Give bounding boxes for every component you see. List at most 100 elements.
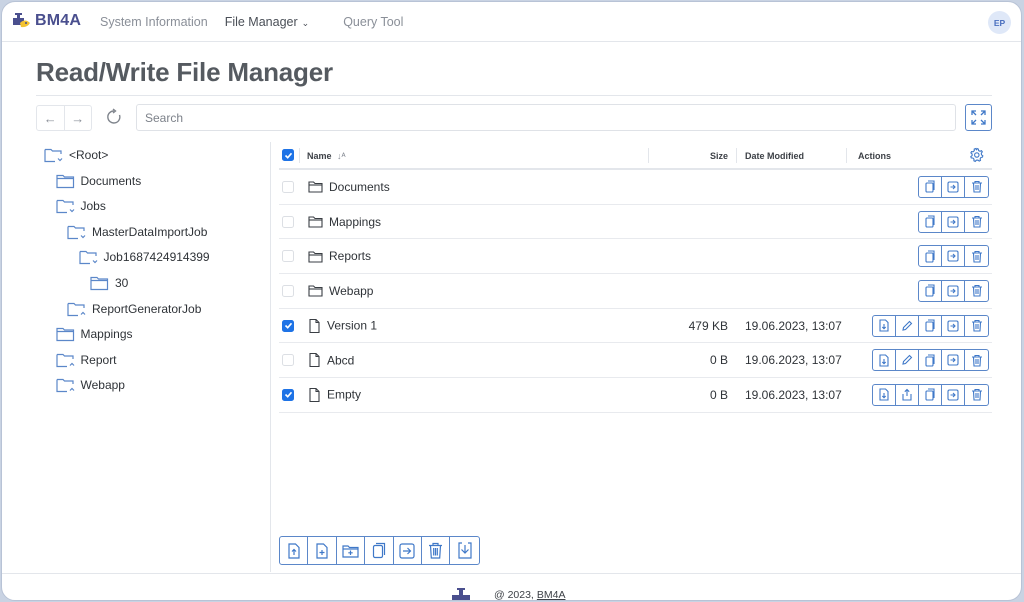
table-row[interactable]: Documents xyxy=(279,170,992,205)
row-delete-button[interactable] xyxy=(965,385,988,405)
name-cell[interactable]: Mappings xyxy=(308,215,381,229)
search-input[interactable] xyxy=(136,104,956,131)
brand-logo[interactable]: BM4A xyxy=(11,12,81,30)
forward-button[interactable]: → xyxy=(65,106,92,130)
row-delete-button[interactable] xyxy=(965,212,988,232)
column-header-name[interactable]: Name ↓ᴬ xyxy=(307,151,346,161)
table-row[interactable]: Abcd 0 B 19.06.2023, 13:07 xyxy=(279,343,992,379)
share-icon xyxy=(901,388,913,402)
row-download-button[interactable] xyxy=(873,350,896,371)
column-separator xyxy=(846,148,847,163)
tree-item[interactable]: 30 xyxy=(90,275,128,291)
tree-item[interactable]: MasterDataImportJob xyxy=(67,224,207,240)
copy-icon xyxy=(372,542,386,559)
gear-icon xyxy=(970,147,984,163)
row-checkbox[interactable] xyxy=(282,250,294,263)
back-button[interactable]: ← xyxy=(37,106,65,130)
new-file-button[interactable] xyxy=(308,537,337,564)
tree-item[interactable]: Job1687424914399 xyxy=(78,249,210,265)
nav-file-manager[interactable]: File Manager ⌄ xyxy=(225,15,327,29)
column-settings-button[interactable] xyxy=(969,147,985,165)
pane-splitter[interactable] xyxy=(270,142,271,572)
user-avatar[interactable]: EP xyxy=(988,11,1011,34)
download-selected-button[interactable] xyxy=(450,537,478,564)
name-cell[interactable]: Abcd xyxy=(308,353,354,368)
row-share-button[interactable] xyxy=(896,384,919,405)
row-copy-button[interactable] xyxy=(919,384,942,405)
row-download-button[interactable] xyxy=(873,315,896,336)
row-move-button[interactable] xyxy=(942,384,965,405)
row-move-button[interactable] xyxy=(942,211,965,232)
row-copy-button[interactable] xyxy=(919,315,942,336)
row-copy-button[interactable] xyxy=(919,211,942,232)
row-delete-button[interactable] xyxy=(965,246,988,266)
folder-icon xyxy=(55,326,81,342)
copy-selected-button[interactable] xyxy=(365,537,394,564)
row-delete-button[interactable] xyxy=(965,177,988,197)
move-selected-button[interactable] xyxy=(394,537,422,564)
row-checkbox[interactable] xyxy=(282,284,294,297)
row-move-button[interactable] xyxy=(942,315,965,336)
table-row[interactable]: Webapp xyxy=(279,274,992,309)
name-cell[interactable]: Documents xyxy=(308,180,390,194)
row-checkbox[interactable] xyxy=(282,319,294,332)
name-cell[interactable]: Webapp xyxy=(308,284,373,298)
row-checkbox[interactable] xyxy=(282,354,294,367)
row-edit-button[interactable] xyxy=(896,315,919,336)
arrow-left-icon: ← xyxy=(43,110,57,126)
tree-item[interactable]: Webapp xyxy=(55,377,125,393)
refresh-icon[interactable] xyxy=(105,108,123,126)
column-header-date[interactable]: Date Modified xyxy=(745,151,804,161)
pencil-icon xyxy=(901,320,913,332)
new-folder-button[interactable] xyxy=(337,537,366,564)
row-checkbox[interactable] xyxy=(282,215,294,228)
tree-item[interactable]: <Root> xyxy=(44,147,108,163)
select-all-checkbox[interactable] xyxy=(282,149,294,161)
fullscreen-button[interactable] xyxy=(965,104,992,131)
row-copy-button[interactable] xyxy=(919,176,942,197)
item-name: Documents xyxy=(329,179,390,194)
tree-item-label: <Root> xyxy=(69,148,109,162)
name-cell[interactable]: Version 1 xyxy=(308,318,377,333)
footer-brand-link[interactable]: BM4A xyxy=(537,589,566,600)
nav-query-tool[interactable]: Query Tool xyxy=(343,15,403,29)
row-move-button[interactable] xyxy=(942,246,965,267)
tree-item[interactable]: ReportGeneratorJob xyxy=(67,301,201,317)
tree-item[interactable]: Mappings xyxy=(55,326,133,342)
row-delete-button[interactable] xyxy=(965,316,988,336)
row-delete-button[interactable] xyxy=(965,281,988,301)
tree-item[interactable]: Report xyxy=(55,352,117,368)
row-move-button[interactable] xyxy=(942,280,965,301)
name-cell[interactable]: Reports xyxy=(308,249,371,263)
row-checkbox[interactable] xyxy=(282,180,294,193)
table-row[interactable]: Mappings xyxy=(279,205,992,240)
column-header-size[interactable]: Size xyxy=(710,151,728,161)
upload-file-button[interactable] xyxy=(280,537,309,564)
nav-system-information[interactable]: System Information xyxy=(100,15,208,29)
name-cell[interactable]: Empty xyxy=(308,387,361,403)
row-copy-button[interactable] xyxy=(919,280,942,301)
folder-open-icon xyxy=(67,224,92,240)
row-delete-button[interactable] xyxy=(965,350,988,370)
table-row[interactable]: Empty 0 B 19.06.2023, 13:07 xyxy=(279,378,992,413)
row-copy-button[interactable] xyxy=(919,246,942,267)
row-download-button[interactable] xyxy=(873,384,896,405)
column-separator xyxy=(648,148,649,163)
item-name: Mappings xyxy=(329,214,382,229)
trash-icon xyxy=(971,180,983,193)
delete-selected-button[interactable] xyxy=(422,537,451,564)
row-edit-button[interactable] xyxy=(896,350,919,371)
new-folder-icon xyxy=(342,544,359,558)
tree-item-label: ReportGeneratorJob xyxy=(92,301,202,316)
copy-icon xyxy=(924,354,936,367)
tree-item[interactable]: Documents xyxy=(55,173,141,189)
row-copy-button[interactable] xyxy=(919,350,942,371)
row-actions xyxy=(918,245,989,268)
table-row[interactable]: Version 1 479 KB 19.06.2023, 13:07 xyxy=(279,309,992,344)
row-move-button[interactable] xyxy=(942,350,965,371)
table-row[interactable]: Reports xyxy=(279,239,992,275)
row-checkbox[interactable] xyxy=(282,388,294,401)
tree-item[interactable]: Jobs xyxy=(55,198,106,214)
column-name-label: Name xyxy=(307,151,332,161)
row-move-button[interactable] xyxy=(942,176,965,197)
